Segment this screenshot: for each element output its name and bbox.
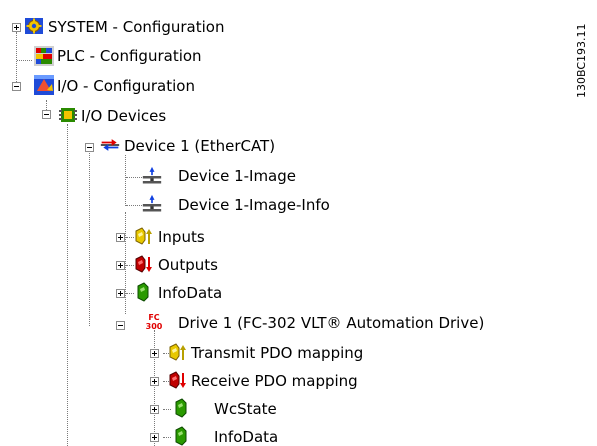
collapse-toggle-drive1[interactable] — [116, 321, 125, 330]
expand-toggle-drive-infodata[interactable] — [150, 433, 159, 442]
inputs-icon — [134, 226, 154, 246]
outputs-icon — [168, 370, 188, 390]
tree-line — [125, 155, 126, 206]
svg-text:300: 300 — [146, 322, 163, 331]
tree-item-inputs[interactable]: Inputs — [158, 228, 205, 246]
expand-toggle-outputs[interactable] — [116, 261, 125, 270]
tree-item-device1-image-info[interactable]: Device 1-Image-Info — [178, 196, 330, 214]
io-devices-icon — [58, 105, 78, 125]
svg-text:FC: FC — [148, 313, 159, 322]
process-image-icon — [142, 194, 162, 214]
io-configuration-tree: SYSTEM - Configuration PLC - Configurati… — [0, 0, 560, 446]
tree-line — [17, 60, 32, 61]
infodata-icon — [172, 398, 192, 418]
figure-id-watermark: 130BC193.11 — [572, 14, 590, 114]
fc300-drive-icon: FC 300 — [144, 312, 164, 332]
tree-line — [126, 177, 142, 178]
tree-item-io-devices[interactable]: I/O Devices — [81, 107, 166, 125]
plc-config-icon — [34, 46, 54, 66]
tree-item-drive-infodata[interactable]: InfoData — [214, 428, 278, 446]
tree-item-wcstate[interactable]: WcState — [214, 400, 277, 418]
outputs-icon — [134, 254, 154, 274]
tree-line — [126, 293, 134, 294]
expand-toggle-transmit-pdo[interactable] — [150, 349, 159, 358]
tree-line — [89, 151, 90, 326]
tree-item-infodata[interactable]: InfoData — [158, 284, 222, 302]
expand-toggle-infodata[interactable] — [116, 289, 125, 298]
system-config-icon — [24, 16, 44, 36]
expand-toggle-system[interactable] — [12, 23, 21, 32]
tree-line — [126, 265, 134, 266]
inputs-icon — [168, 342, 188, 362]
tree-item-transmit-pdo-mapping[interactable]: Transmit PDO mapping — [191, 344, 363, 362]
collapse-toggle-io[interactable] — [12, 82, 21, 91]
tree-item-outputs[interactable]: Outputs — [158, 256, 218, 274]
tree-item-drive1[interactable]: Drive 1 (FC-302 VLT® Automation Drive) — [178, 314, 484, 332]
tree-item-io-configuration[interactable]: I/O - Configuration — [57, 77, 195, 95]
tree-line — [126, 205, 142, 206]
tree-line — [163, 437, 171, 438]
collapse-toggle-device1[interactable] — [85, 143, 94, 152]
tree-line — [126, 237, 134, 238]
tree-line — [154, 330, 155, 446]
expand-toggle-inputs[interactable] — [116, 233, 125, 242]
collapse-toggle-io-devices[interactable] — [42, 110, 51, 119]
io-config-icon — [34, 75, 54, 95]
infodata-icon — [172, 426, 192, 446]
expand-toggle-receive-pdo[interactable] — [150, 377, 159, 386]
expand-toggle-wcstate[interactable] — [150, 405, 159, 414]
tree-line — [163, 409, 171, 410]
tree-item-receive-pdo-mapping[interactable]: Receive PDO mapping — [191, 372, 358, 390]
figure-id-text: 130BC193.11 — [575, 23, 588, 98]
tree-item-device1-ethercat[interactable]: Device 1 (EtherCAT) — [124, 137, 275, 155]
tree-item-system-configuration[interactable]: SYSTEM - Configuration — [48, 18, 224, 36]
tree-line — [125, 212, 126, 314]
tree-line — [67, 124, 68, 446]
tree-item-plc-configuration[interactable]: PLC - Configuration — [57, 47, 202, 65]
process-image-icon — [142, 166, 162, 186]
tree-item-device1-image[interactable]: Device 1-Image — [178, 167, 296, 185]
infodata-icon — [134, 282, 154, 302]
ethercat-device-icon — [100, 135, 120, 155]
